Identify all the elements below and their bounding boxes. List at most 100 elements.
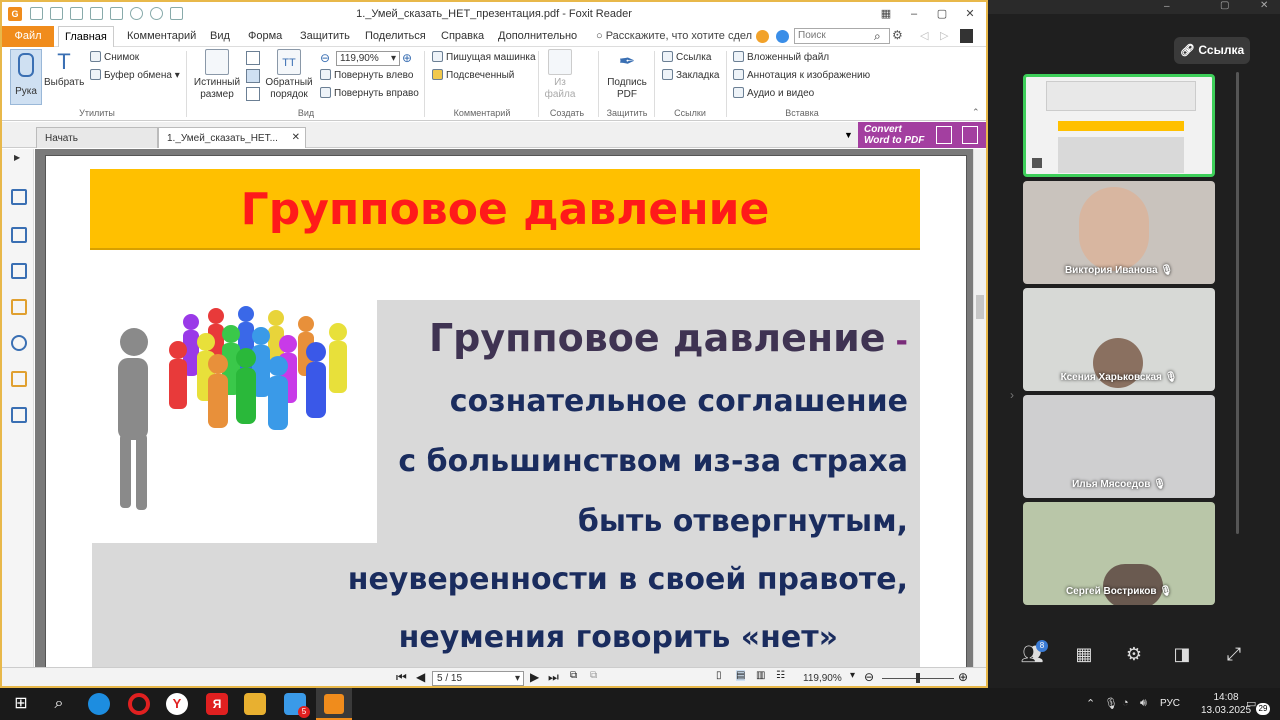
notifications-icon[interactable]: ▭: [1246, 697, 1256, 710]
minimize-button[interactable]: –: [902, 5, 926, 23]
chevron-up-icon[interactable]: ⌃: [1086, 697, 1095, 710]
scrollbar-thumb[interactable]: [976, 295, 984, 319]
smiley-icon[interactable]: [756, 30, 769, 43]
tab-extra[interactable]: Дополнительно: [492, 26, 583, 47]
close-button[interactable]: ✕: [958, 5, 982, 23]
participant-list-scrollbar[interactable]: [1236, 72, 1239, 534]
reverse-order-button[interactable]: TT Обратный порядок: [264, 49, 314, 101]
facing-page-icon[interactable]: ▥: [756, 670, 765, 681]
zoom-dropdown-icon[interactable]: ▾: [850, 670, 855, 681]
forward-arrow-icon[interactable]: ▷: [940, 29, 948, 42]
foxit-taskbar-button[interactable]: [316, 688, 352, 720]
sign-pdf-button[interactable]: ✒ Подпись PDF: [604, 49, 650, 101]
ribbon-collapse-icon[interactable]: ⌃: [972, 107, 980, 118]
windows-start-icon[interactable]: ⊞: [10, 693, 32, 715]
clock[interactable]: 14:08 13.03.2025: [1200, 691, 1252, 717]
continuous-facing-icon[interactable]: ☷: [776, 670, 785, 681]
store-icon[interactable]: 5: [284, 693, 310, 718]
attached-file-button[interactable]: Вложенный файл: [733, 51, 829, 63]
close-icon[interactable]: ✕: [1260, 0, 1268, 11]
participant-tile[interactable]: Виктория Иванова 🎙︎: [1023, 181, 1215, 284]
user-icon[interactable]: [960, 29, 973, 43]
rotate-left-button[interactable]: Повернуть влево: [320, 69, 413, 81]
tab-share[interactable]: Поделиться: [359, 26, 432, 47]
pages-icon[interactable]: [11, 189, 27, 205]
layers-icon[interactable]: [11, 263, 27, 279]
vertical-scrollbar[interactable]: [973, 149, 986, 667]
tab-comment[interactable]: Комментарий: [121, 26, 202, 47]
participant-tile[interactable]: Илья Мясоедов 🎙︎: [1023, 395, 1215, 498]
convert-word-to-pdf-banner[interactable]: Convert Word to PDF: [858, 122, 986, 148]
lock-icon[interactable]: [11, 371, 27, 387]
tab-file[interactable]: Файл: [2, 26, 54, 47]
tell-me-box[interactable]: ○ Расскажите, что хотите сдел: [596, 30, 752, 42]
from-file-button[interactable]: Из файла: [542, 49, 578, 101]
comments-icon[interactable]: [11, 299, 27, 315]
zoom-percent[interactable]: 119,90%: [803, 673, 842, 684]
opera-browser-icon[interactable]: [128, 693, 150, 715]
rotate-right-button[interactable]: Повернуть вправо: [320, 87, 419, 99]
page-number-input[interactable]: 5 / 15 ▾: [432, 671, 524, 686]
speaker-icon[interactable]: 🔊︎: [1140, 697, 1147, 710]
fit-width-icon[interactable]: [246, 69, 260, 83]
attachment-icon[interactable]: [11, 335, 27, 351]
expand-panel-icon[interactable]: ▶: [14, 153, 20, 162]
tab-start[interactable]: Начать: [36, 127, 158, 148]
audio-video-button[interactable]: Аудио и видео: [733, 87, 814, 99]
fit-page-icon[interactable]: [246, 51, 260, 65]
prev-page-icon[interactable]: ◀: [416, 670, 425, 684]
participant-tile[interactable]: Сергей Востриков 🎙︎: [1023, 502, 1215, 605]
gear-icon[interactable]: ⚙: [892, 28, 903, 42]
single-page-icon[interactable]: ▯: [716, 670, 722, 681]
fullscreen-icon[interactable]: ⤢: [1222, 642, 1246, 666]
share-link-button[interactable]: 🔗︎ Ссылка: [1174, 37, 1250, 64]
zoom-in-icon[interactable]: ⊕: [402, 51, 412, 65]
grid-view-icon[interactable]: ▦: [1072, 642, 1096, 666]
tabs-dropdown-icon[interactable]: ▼: [844, 130, 853, 140]
network-icon[interactable]: ◔: [1122, 697, 1129, 709]
yandex-icon[interactable]: Я: [206, 693, 228, 715]
minimize-icon[interactable]: –: [1164, 1, 1170, 12]
edge-browser-icon[interactable]: [88, 693, 110, 715]
tab-form[interactable]: Форма: [242, 26, 288, 47]
clipboard-button[interactable]: Буфер обмена ▾: [90, 69, 180, 81]
zoom-in-icon[interactable]: ⊕: [958, 670, 968, 684]
next-view-icon[interactable]: ⧉: [590, 670, 597, 681]
tab-help[interactable]: Справка: [435, 26, 490, 47]
actual-size-button[interactable]: Истинный размер: [192, 49, 242, 101]
file-explorer-icon[interactable]: [244, 693, 266, 715]
image-annotation-button[interactable]: Аннотация к изображению: [733, 69, 870, 81]
typewriter-button[interactable]: Пишущая машинка: [432, 51, 536, 63]
layout-icon[interactable]: ▦: [874, 5, 898, 23]
picture-in-picture-icon[interactable]: ◨: [1170, 642, 1194, 666]
screen-share-tile[interactable]: [1023, 74, 1215, 177]
zoom-out-icon[interactable]: ⊖: [320, 51, 330, 65]
first-page-icon[interactable]: ⏮: [396, 670, 407, 685]
zoom-out-icon[interactable]: ⊖: [864, 670, 874, 684]
select-tool-button[interactable]: T Выбрать: [44, 49, 84, 89]
maximize-button[interactable]: ▢: [930, 5, 954, 23]
microphone-icon[interactable]: 🎙︎: [1104, 697, 1118, 710]
highlight-button[interactable]: Подсвеченный: [432, 69, 514, 81]
previous-view-icon[interactable]: ⧉: [570, 670, 577, 681]
tab-protect[interactable]: Защитить: [294, 26, 356, 47]
last-page-icon[interactable]: ⏭: [548, 670, 559, 685]
next-page-icon[interactable]: ▶: [530, 670, 539, 684]
back-arrow-icon[interactable]: ◁: [920, 29, 928, 42]
tab-home[interactable]: Главная: [58, 26, 114, 48]
close-icon[interactable]: ✕: [292, 132, 300, 143]
chevron-right-icon[interactable]: ›: [1010, 388, 1014, 402]
tab-document[interactable]: 1._Умей_сказать_НЕТ... ✕: [158, 127, 306, 148]
restore-icon[interactable]: ▢: [1220, 0, 1229, 11]
continuous-page-icon[interactable]: ▤: [736, 670, 746, 681]
language-indicator[interactable]: РУС: [1160, 698, 1180, 709]
zoom-select[interactable]: 119,90% ▾: [336, 51, 400, 66]
yandex-browser-icon[interactable]: Y: [166, 693, 188, 715]
account-icon[interactable]: [776, 30, 789, 43]
document-viewport[interactable]: Групповое давление Групповое давление - …: [35, 149, 973, 667]
participant-tile[interactable]: Ксения Харьковская 🎙︎: [1023, 288, 1215, 391]
tab-view[interactable]: Вид: [204, 26, 236, 47]
zoom-slider-handle[interactable]: [916, 673, 920, 683]
snapshot-button[interactable]: Снимок: [90, 51, 139, 63]
search-icon[interactable]: ⌕: [48, 693, 70, 715]
